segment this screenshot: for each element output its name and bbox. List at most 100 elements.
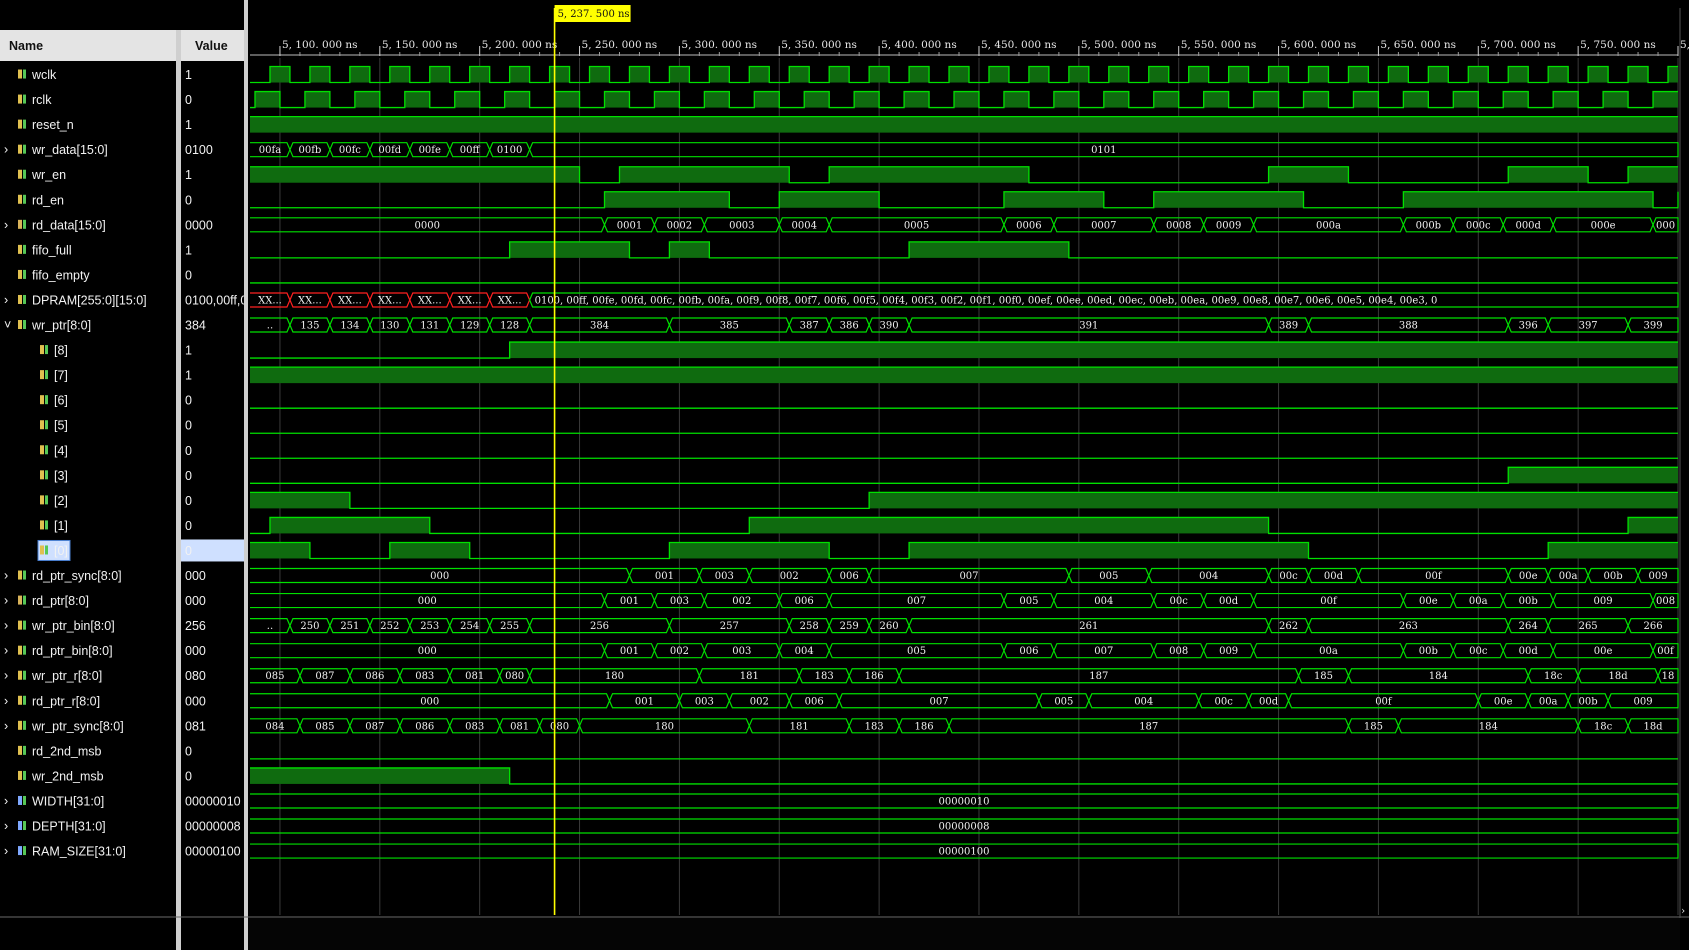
bus-value-label: 0100: [497, 145, 522, 156]
chevron-right-icon[interactable]: ›: [4, 569, 8, 583]
high-level-fill: [854, 91, 880, 108]
high-level-fill: [1553, 91, 1579, 108]
bus-value-label: 00f: [1375, 696, 1393, 707]
bus-bit-icon: [40, 470, 48, 480]
bus-value-label: 386: [840, 321, 859, 332]
bus-value-label: 384: [590, 321, 609, 332]
bus-value-label: 00fc: [339, 145, 361, 156]
bus-value-label: 187: [1139, 721, 1158, 732]
icon-bar-a: [18, 194, 22, 204]
bus-value-label: 129: [460, 321, 479, 332]
icon-bar-a: [18, 244, 22, 254]
chevron-right-icon[interactable]: ›: [4, 594, 8, 608]
chevron-right-icon[interactable]: ›: [4, 619, 8, 633]
signal-row[interactable]: reset_n 1: [18, 115, 1678, 133]
signal-name: [4]: [54, 444, 68, 458]
chevron-right-icon[interactable]: ›: [4, 218, 8, 232]
bus-value-label: XX...: [298, 295, 322, 306]
bus-bit-icon: [18, 745, 26, 755]
chevron-right-icon[interactable]: ›: [4, 819, 8, 833]
parameter-icon: [18, 795, 26, 805]
signal-name: rd_ptr_sync[8:0]: [32, 569, 122, 583]
icon-bar-b: [23, 795, 26, 805]
high-level-fill: [1353, 91, 1379, 108]
bit-signal-icon: [18, 194, 26, 204]
bus-value-label: 002: [670, 646, 689, 657]
signal-row[interactable]: [7] 1: [40, 366, 1678, 384]
horizontal-scrollbar[interactable]: [248, 918, 1680, 950]
ruler-tick-label: 5, 300. 000 ns: [681, 39, 757, 51]
high-level-fill: [654, 91, 680, 108]
icon-bar-a: [18, 570, 22, 580]
signal-value: 000: [185, 694, 206, 708]
signal-value: 000: [185, 569, 206, 583]
bus-value-label: 008: [1656, 596, 1675, 607]
icon-bar-b: [23, 219, 26, 229]
bus-value-label: 396: [1519, 321, 1538, 332]
parameter-icon: [18, 821, 26, 831]
icon-bar-b: [45, 545, 48, 555]
icon-bar-a: [40, 345, 44, 355]
bit-signal-icon: [18, 119, 26, 129]
bus-value-label: 385: [720, 321, 739, 332]
chevron-down-icon[interactable]: ˅: [4, 318, 11, 332]
high-level-fill: [669, 241, 710, 258]
bus-value-label: 181: [740, 671, 759, 682]
signal-name: [3]: [54, 469, 68, 483]
bus-value-label: ..: [267, 621, 273, 632]
icon-bar-a: [40, 470, 44, 480]
high-level-fill: [1268, 66, 1289, 83]
icon-bar-b: [23, 269, 26, 279]
bus-value-label: 006: [805, 696, 824, 707]
icon-bar-b: [23, 770, 26, 780]
signal-name: rclk: [32, 93, 52, 107]
chevron-right-icon[interactable]: ›: [4, 794, 8, 808]
icon-bar-a: [18, 269, 22, 279]
signal-waveform[interactable]: [250, 366, 1678, 384]
bus-value-label: 0009: [1216, 220, 1241, 231]
chevron-right-icon[interactable]: ›: [4, 719, 8, 733]
bus-value-label: 00fd: [378, 145, 401, 156]
bus-bit-icon: [40, 445, 48, 455]
signal-name: rd_ptr_bin[8:0]: [32, 644, 113, 658]
name-header-label: Name: [9, 39, 43, 53]
bus-value-label: 00ff: [460, 145, 481, 156]
bus-value-label: 00d: [1259, 696, 1279, 707]
bus-signal-icon: [18, 695, 26, 705]
column-splitter[interactable]: [176, 30, 181, 950]
high-level-fill: [1308, 66, 1329, 83]
high-level-fill: [1003, 91, 1029, 108]
chevron-right-icon[interactable]: ›: [4, 694, 8, 708]
icon-bar-a: [18, 645, 22, 655]
chevron-right-icon[interactable]: ›: [4, 844, 8, 858]
signal-value: 0: [185, 519, 192, 533]
chevron-right-icon[interactable]: ›: [4, 293, 8, 307]
bus-value-label: 0007: [1091, 220, 1116, 231]
signal-waveform[interactable]: [250, 90, 1678, 109]
icon-bar-a: [18, 821, 22, 831]
chevron-right-icon[interactable]: ›: [4, 644, 8, 658]
icon-bar-b: [45, 420, 48, 430]
bus-value-label: 000a: [1316, 220, 1341, 231]
icon-bar-b: [45, 370, 48, 380]
scroll-right-icon[interactable]: ›: [1681, 905, 1685, 917]
output-bus-icon: [18, 595, 26, 605]
bit-signal-icon: [18, 269, 26, 279]
signal-value: 0: [185, 494, 192, 508]
signal-name: [7]: [54, 369, 68, 383]
bus-value-label: 00b: [1579, 696, 1598, 707]
bus-bit-icon: [40, 495, 48, 505]
bus-value-label: 004: [1094, 596, 1113, 607]
chevron-right-icon[interactable]: ›: [4, 143, 8, 157]
high-level-fill: [1403, 91, 1429, 108]
ruler-tick-label: 5, 150. 000 ns: [382, 39, 458, 51]
bus-value-label: 181: [790, 721, 809, 732]
ruler-tick-label: 5, 250. 000 ns: [582, 39, 658, 51]
bus-value-label: 135: [300, 321, 319, 332]
wave-splitter[interactable]: [244, 0, 248, 950]
bus-value-label: 000c: [1466, 220, 1491, 231]
high-level-fill: [804, 91, 830, 108]
signal-waveform[interactable]: [250, 115, 1678, 133]
signal-name: fifo_full: [32, 243, 72, 257]
chevron-right-icon[interactable]: ›: [4, 669, 8, 683]
